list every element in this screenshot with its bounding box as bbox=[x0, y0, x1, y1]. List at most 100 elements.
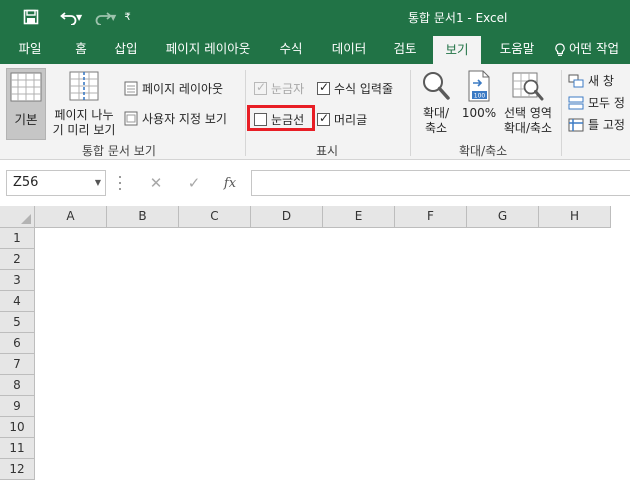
custom-views-icon bbox=[124, 111, 138, 126]
zoom-100-icon: 100 bbox=[468, 70, 490, 102]
tab-file[interactable]: 파일 bbox=[10, 34, 50, 64]
column-header[interactable]: B bbox=[107, 206, 179, 228]
tab-home[interactable]: 홈 bbox=[66, 34, 96, 64]
zoom-line1: 확대/ bbox=[422, 106, 450, 120]
custom-views-label: 사용자 지정 보기 bbox=[142, 112, 227, 126]
magnifier-icon bbox=[423, 72, 450, 100]
new-window-label: 새 창 bbox=[588, 74, 614, 88]
row-header[interactable]: 3 bbox=[0, 270, 35, 291]
zoom-button[interactable]: 확대/ 축소 bbox=[416, 68, 456, 140]
group-divider bbox=[245, 70, 246, 156]
row-header[interactable]: 10 bbox=[0, 417, 35, 438]
row-header[interactable]: 1 bbox=[0, 228, 35, 249]
lightbulb-icon bbox=[555, 42, 565, 56]
arrange-all-icon bbox=[568, 96, 584, 109]
save-button[interactable] bbox=[18, 4, 44, 30]
formula-bar-label: 수식 입력줄 bbox=[334, 82, 394, 96]
column-header[interactable]: E bbox=[323, 206, 395, 228]
tab-insert[interactable]: 삽입 bbox=[106, 34, 146, 64]
new-window-button[interactable]: 새 창 bbox=[568, 72, 614, 89]
undo-dropdown-icon[interactable]: ▼ bbox=[76, 13, 82, 22]
column-header[interactable]: A bbox=[35, 206, 107, 228]
tab-formulas[interactable]: 수식 bbox=[271, 34, 311, 64]
zoom-line2: 축소 bbox=[424, 121, 448, 135]
group-label-zoom: 확대/축소 bbox=[459, 144, 508, 158]
group-divider bbox=[410, 70, 411, 156]
page-layout-view-button[interactable]: 페이지 레이아웃 bbox=[124, 80, 223, 97]
arrange-all-label: 모두 정 bbox=[588, 96, 625, 110]
zoom-to-selection-button[interactable]: 선택 영역 확대/축소 bbox=[500, 68, 556, 140]
ruler-checkbox[interactable]: ✓ 눈금자 bbox=[254, 80, 304, 97]
freeze-panes-icon bbox=[568, 118, 584, 131]
formula-bar-grip[interactable] bbox=[118, 176, 122, 190]
customize-qat-icon[interactable]: ₹ bbox=[124, 12, 130, 23]
ruler-check-box: ✓ bbox=[254, 80, 267, 95]
tab-page-layout[interactable]: 페이지 레이아웃 bbox=[158, 34, 258, 64]
select-all-button[interactable] bbox=[0, 206, 35, 228]
headings-label: 머리글 bbox=[334, 113, 368, 127]
headings-checkbox[interactable]: ✓ 머리글 bbox=[317, 111, 367, 128]
normal-view-button[interactable]: 기본 bbox=[6, 68, 46, 140]
ruler-label: 눈금자 bbox=[271, 82, 305, 96]
column-header[interactable]: C bbox=[179, 206, 251, 228]
gridlines-highlight-box bbox=[247, 105, 315, 131]
page-layout-icon bbox=[124, 81, 138, 96]
row-header[interactable]: 12 bbox=[0, 459, 35, 480]
checkmark-icon: ✓ bbox=[319, 111, 330, 125]
column-header[interactable]: G bbox=[467, 206, 539, 228]
tell-me-label: 어떤 작업 bbox=[569, 41, 619, 56]
formula-bar-checkbox[interactable]: ✓ 수식 입력줄 bbox=[317, 80, 393, 97]
zoom-100-label: 100% bbox=[461, 106, 497, 120]
tab-view[interactable]: 보기 bbox=[433, 36, 481, 64]
column-header[interactable]: F bbox=[395, 206, 467, 228]
checkmark-icon: ✓ bbox=[256, 80, 267, 94]
redo-dropdown-icon[interactable]: ▼ bbox=[110, 13, 116, 22]
page-break-preview-icon bbox=[69, 71, 99, 101]
row-header[interactable]: 4 bbox=[0, 291, 35, 312]
tell-me-search[interactable]: 어떤 작업 bbox=[554, 34, 630, 64]
custom-views-button[interactable]: 사용자 지정 보기 bbox=[124, 110, 227, 127]
page-break-line2: 기 미리 보기 bbox=[52, 123, 116, 137]
formula-bar-check-box: ✓ bbox=[317, 80, 330, 95]
svg-text:100: 100 bbox=[474, 93, 486, 100]
save-icon bbox=[23, 9, 39, 25]
headings-check-box: ✓ bbox=[317, 111, 330, 126]
freeze-panes-button[interactable]: 틀 고정 bbox=[568, 116, 625, 133]
row-header[interactable]: 7 bbox=[0, 354, 35, 375]
tab-review[interactable]: 검토 bbox=[385, 34, 425, 64]
cancel-entry-button[interactable]: ✕ bbox=[142, 170, 170, 196]
page-layout-label: 페이지 레이아웃 bbox=[142, 82, 224, 96]
freeze-panes-label: 틀 고정 bbox=[588, 118, 625, 132]
zoom-selection-line1: 선택 영역 bbox=[504, 106, 552, 120]
title-bar: ▼ ▼ ₹ 통합 문서1 - Excel bbox=[0, 0, 630, 34]
worksheet-grid[interactable] bbox=[35, 228, 630, 486]
checkmark-icon: ✓ bbox=[319, 80, 330, 94]
new-window-icon bbox=[568, 74, 584, 87]
row-header[interactable]: 2 bbox=[0, 249, 35, 270]
page-break-preview-button[interactable]: 페이지 나누 기 미리 보기 bbox=[49, 68, 119, 140]
zoom-selection-icon bbox=[512, 72, 544, 101]
row-header[interactable]: 5 bbox=[0, 312, 35, 333]
quick-access-toolbar: ▼ ▼ ₹ bbox=[0, 0, 131, 34]
normal-view-icon bbox=[10, 72, 42, 102]
row-header[interactable]: 9 bbox=[0, 396, 35, 417]
name-box-value: Z56 bbox=[13, 175, 39, 190]
insert-function-button[interactable]: fx bbox=[216, 170, 244, 196]
window-title: 통합 문서1 - Excel bbox=[408, 11, 508, 25]
tab-help[interactable]: 도움말 bbox=[491, 34, 543, 64]
column-header[interactable]: D bbox=[251, 206, 323, 228]
name-box[interactable]: Z56 ▼ bbox=[6, 170, 106, 196]
zoom-100-button[interactable]: 100 100% bbox=[460, 68, 498, 140]
group-divider bbox=[561, 70, 562, 156]
column-header[interactable]: H bbox=[539, 206, 611, 228]
formula-input[interactable] bbox=[251, 170, 630, 196]
group-label-show: 표시 bbox=[316, 144, 339, 158]
chevron-down-icon[interactable]: ▼ bbox=[95, 171, 101, 195]
confirm-entry-button[interactable]: ✓ bbox=[180, 170, 208, 196]
arrange-all-button[interactable]: 모두 정 bbox=[568, 94, 625, 111]
tab-data[interactable]: 데이터 bbox=[323, 34, 375, 64]
zoom-selection-line2: 확대/축소 bbox=[503, 121, 553, 135]
row-header[interactable]: 8 bbox=[0, 375, 35, 396]
row-header[interactable]: 11 bbox=[0, 438, 35, 459]
row-header[interactable]: 6 bbox=[0, 333, 35, 354]
